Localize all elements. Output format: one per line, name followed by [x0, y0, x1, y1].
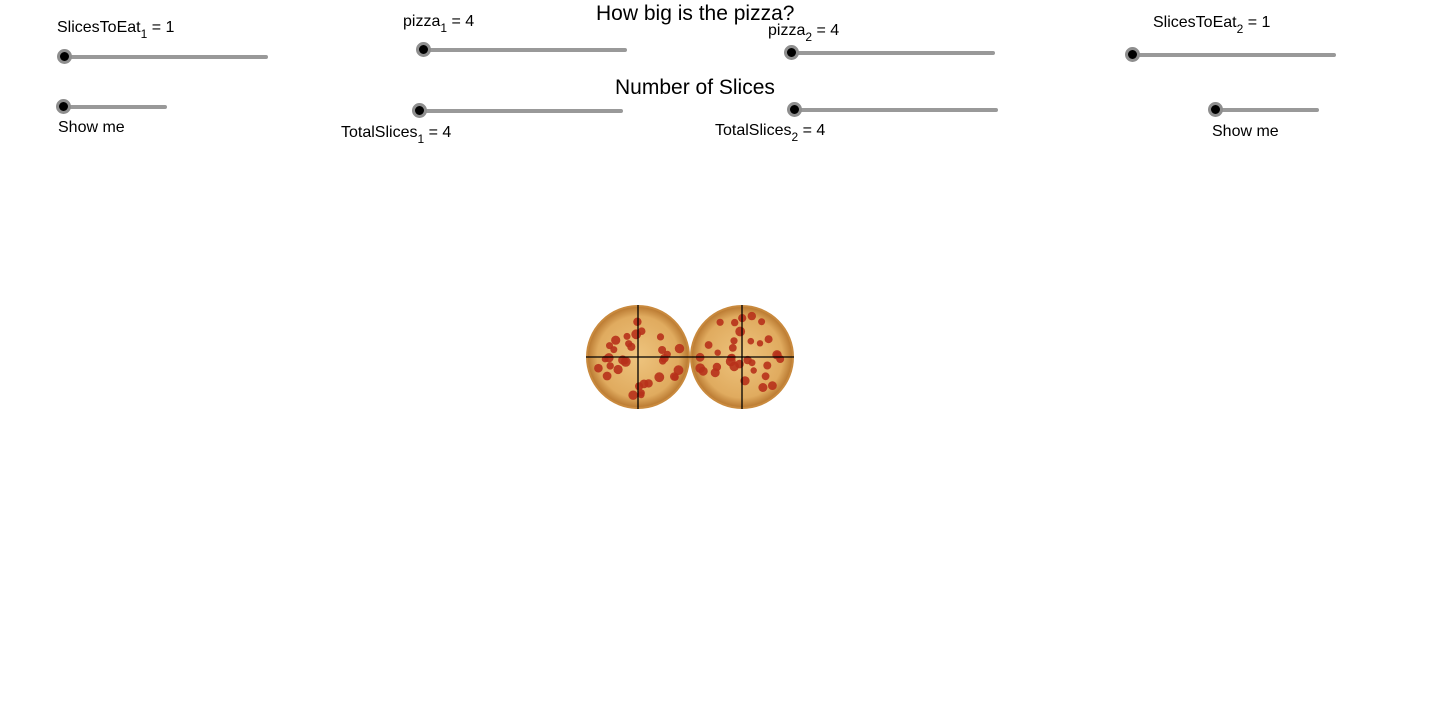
pepperoni — [768, 381, 777, 390]
pepperoni — [604, 353, 614, 363]
pepperoni — [628, 390, 638, 400]
pepperoni — [660, 353, 669, 363]
pepperoni — [716, 318, 724, 326]
pepperoni — [674, 343, 685, 354]
pepperoni — [625, 340, 633, 348]
pizza-canvas — [586, 305, 794, 409]
pepperoni — [750, 367, 757, 374]
pepperoni — [658, 346, 667, 354]
pepperoni — [639, 379, 649, 389]
pepperoni — [764, 335, 773, 344]
pepperoni — [730, 337, 738, 345]
pepperoni — [654, 372, 665, 383]
pepperoni — [735, 326, 746, 337]
pizza-right — [690, 305, 794, 409]
pepperoni — [610, 346, 618, 354]
pepperoni — [761, 372, 770, 381]
pepperoni — [747, 311, 756, 321]
pepperoni — [631, 329, 642, 340]
pepperoni — [656, 333, 665, 341]
pepperoni — [758, 318, 766, 326]
pepperoni — [725, 356, 736, 367]
pizza-left — [586, 305, 690, 409]
pepperoni — [763, 361, 772, 370]
pepperoni — [637, 391, 645, 399]
pepperoni — [756, 340, 764, 347]
pepperoni — [747, 337, 755, 345]
pepperoni — [623, 332, 631, 340]
pepperoni — [611, 335, 621, 345]
pepperoni — [606, 362, 614, 370]
pepperoni — [714, 349, 721, 356]
pepperoni — [710, 368, 720, 378]
pepperoni — [671, 373, 679, 381]
pepperoni — [758, 383, 768, 392]
pepperoni — [594, 363, 603, 373]
pepperoni — [704, 341, 713, 349]
pepperoni — [698, 366, 708, 376]
pepperoni — [728, 344, 737, 352]
pepperoni — [748, 359, 756, 367]
pepperoni — [613, 364, 623, 375]
pepperoni — [731, 318, 739, 327]
pepperoni — [673, 365, 684, 376]
pepperoni — [602, 371, 612, 381]
